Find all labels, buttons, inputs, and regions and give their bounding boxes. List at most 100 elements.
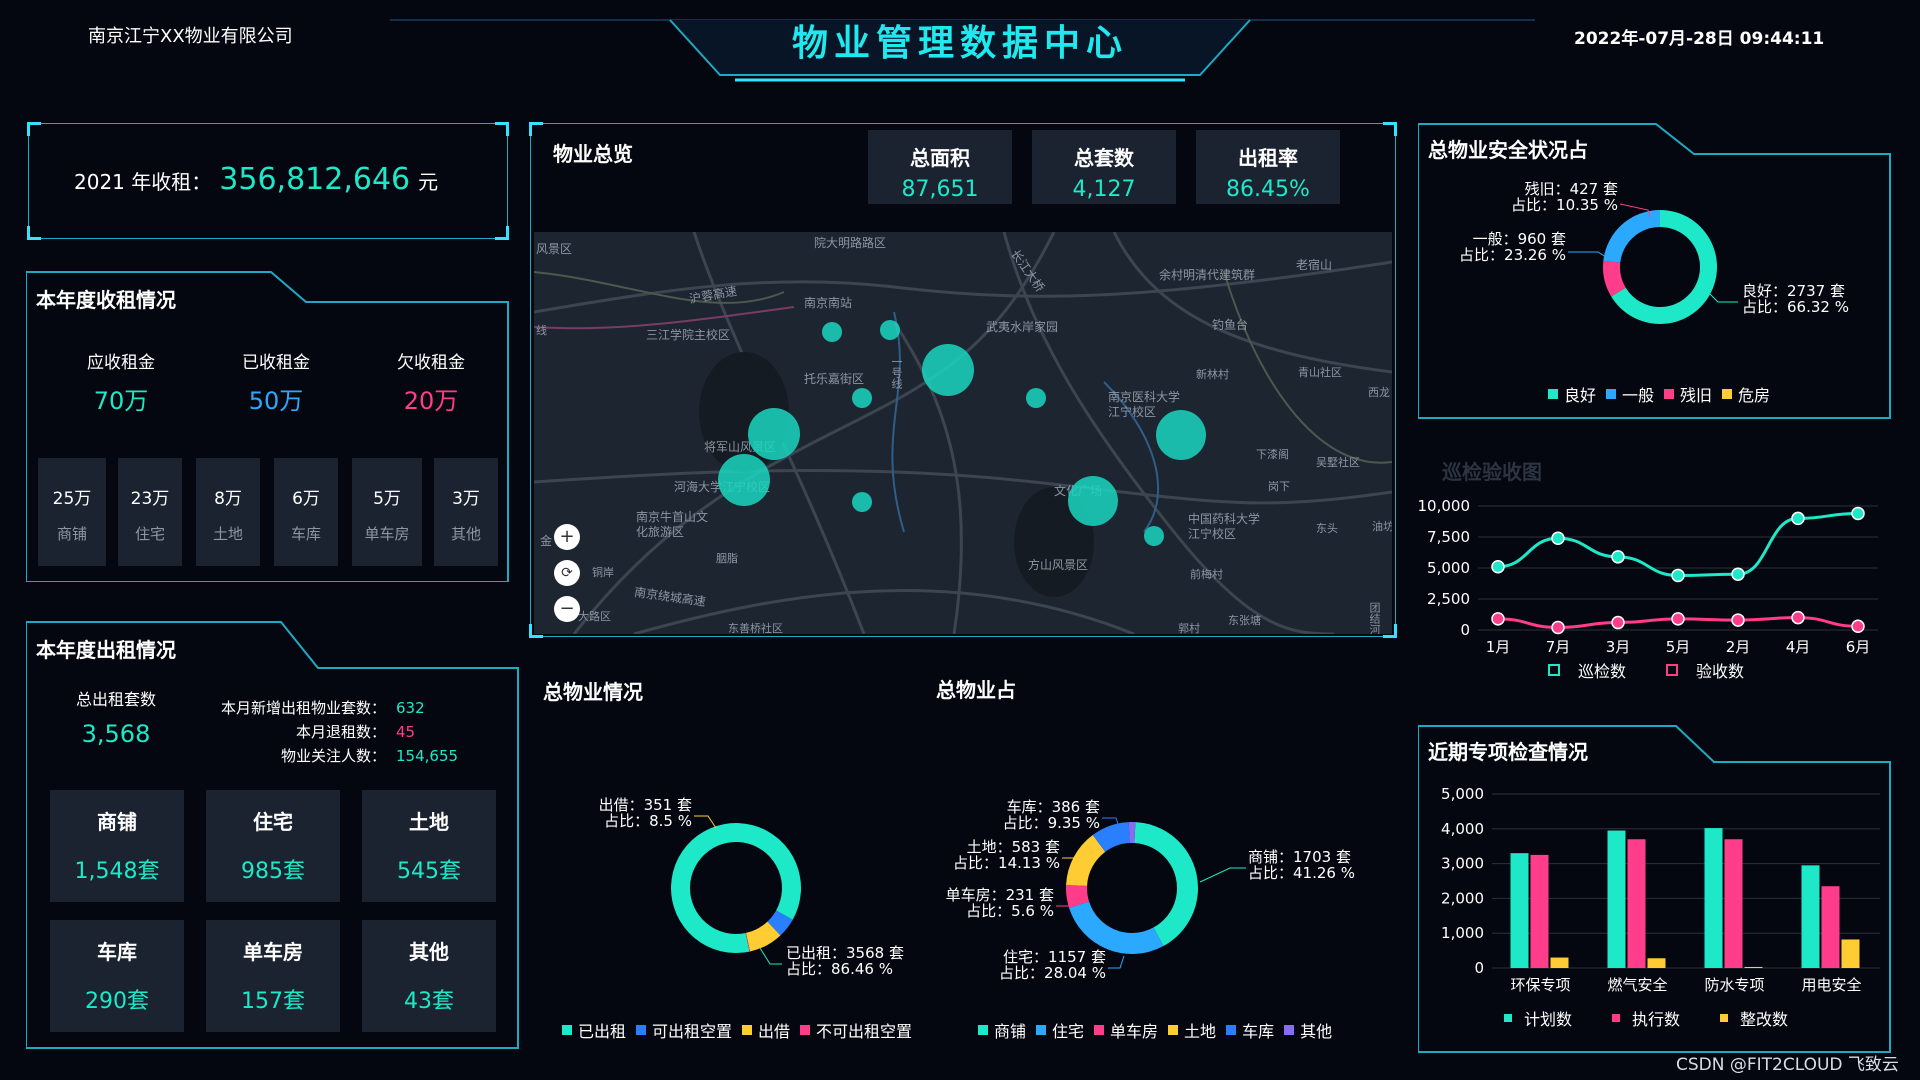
share-slice [1069,901,1164,954]
map-marker[interactable] [922,344,974,396]
safety-label-good: 占比：66.32 % [1742,298,1849,316]
rent-tile-garage: 6万 车库 [274,458,338,566]
map-marker[interactable] [1026,388,1046,408]
property-label-rented: 占比：86.46 % [786,960,893,978]
total-rented: 总出租套数 3,568 [75,690,156,748]
inspection-panel: 巡检验收图 10,000 7,500 5,000 2,500 0 1月 7月 3月 5月 2月 4月… [1418,448,1892,688]
data-point [1671,568,1685,583]
bar [1550,957,1569,968]
legend-good[interactable]: 良好 [1548,382,1596,406]
rental-tile-shop: 商铺 1,548套 [50,790,184,902]
legend-planned[interactable]: 计划数 [1504,1006,1572,1030]
leader-line [1108,955,1125,969]
x-tick-label: 环保专项 [1510,976,1570,994]
bar [1530,854,1549,968]
income-value: 356,812,646 [219,162,411,197]
y-tick-label: 4,000 [1441,820,1484,838]
map-label: 一号线 [890,356,903,389]
legend-garage[interactable]: 车库 [1226,1018,1274,1042]
rent-tile-land: 8万 土地 [196,458,260,566]
legend-executed[interactable]: 执行数 [1612,1006,1680,1030]
map-label: 吴墅社区 [1316,456,1360,469]
map-marker[interactable] [1068,476,1118,526]
rent-collection-title: 本年度收租情况 [36,288,176,312]
stat-occupancy: 出租率 86.45% [1196,130,1340,204]
bar [1801,865,1820,968]
leader-line [694,815,717,829]
x-tick-label: 5月 [1666,638,1691,656]
legend-other[interactable]: 其他 [1284,1018,1332,1042]
income-unit: 元 [418,170,439,194]
map-marker[interactable] [852,492,872,512]
map-label: 方山风景区 [1028,558,1089,572]
legend-shop[interactable]: 商铺 [978,1018,1026,1042]
income-panel: 2021 年收租： 356,812,646 元 [27,122,509,240]
locate-icon[interactable]: ⟳ [554,560,580,586]
safety-panel: 总物业安全状况占 残旧：427 套占比：10.35 % 一般：960 套占比：23… [1418,122,1892,420]
x-tick-label: 3月 [1606,638,1631,656]
special-checks-panel: 近期专项检查情况 5,000 4,000 3,000 2,000 1,000 0 环保专项 燃… [1418,724,1892,1054]
y-tick-label: 10,000 [1418,497,1470,515]
map-label: 院大明路路区 [814,236,887,250]
data-point [1551,531,1565,545]
bar [1647,958,1666,968]
rental-tile-residence: 住宅 985套 [206,790,340,902]
map-label: 余村明清代建筑群 [1159,268,1256,282]
legend-land[interactable]: 土地 [1168,1018,1216,1042]
share-label-shop: 占比：41.26 % [1248,864,1355,882]
map-marker[interactable] [718,454,770,506]
map-label: 新林村 [1196,368,1229,381]
bar [1627,839,1646,968]
map-label: 西龙 [1368,386,1390,399]
bar [1704,828,1723,968]
y-tick-label: 0 [1474,959,1484,977]
property-label-lent: 占比：8.5 % [604,812,692,830]
bar [1744,966,1763,968]
map-label: 托乐嘉街区 [804,372,865,386]
legend-vacant-unrentable[interactable]: 不可出租空置 [800,1018,912,1042]
overview-title: 物业总览 [553,142,633,166]
property-title: 总物业情况 [543,680,643,704]
data-point [1731,613,1745,627]
legend-lent[interactable]: 出借 [742,1018,790,1042]
bar [1821,886,1840,968]
share-slice [1134,822,1198,947]
map-marker[interactable] [880,320,900,340]
map-label: 老宿山 [1296,258,1333,272]
rental-metrics: 本月新增出租物业套数： 632 本月退租数： 45 物业关注人数： 154,655 [220,699,459,765]
legend-residence[interactable]: 住宅 [1036,1018,1084,1042]
legend-rectified[interactable]: 整改数 [1720,1006,1788,1030]
legend-acceptances[interactable]: 验收数 [1666,658,1744,682]
map-marker[interactable] [1144,526,1164,546]
map-label: 下漆阁 [1256,448,1289,461]
legend-rented[interactable]: 已出租 [562,1018,626,1042]
legend-dangerous[interactable]: 危房 [1722,382,1770,406]
legend-bike-room[interactable]: 单车房 [1094,1018,1158,1042]
map-label: 郭村 [1178,622,1200,634]
map-label: 线 [536,324,547,337]
property-legend: 已出租 可出租空置 出借 不可出租空置 [562,1018,922,1042]
share-label-land: 占比：14.13 % [953,854,1060,872]
legend-normal[interactable]: 一般 [1606,382,1654,406]
legend-inspections[interactable]: 巡检数 [1548,658,1626,682]
map-marker[interactable] [822,322,842,342]
minus-icon[interactable]: − [554,596,580,622]
property-share-legend: 商铺 住宅 单车房 土地 车库 其他 [978,1018,1342,1042]
header: 南京江宁XX物业有限公司 物业管理数据中心 2022年-07月-28日 09:4… [0,0,1920,90]
map-marker[interactable] [1156,410,1206,460]
property-map[interactable]: 风景区 院大明路路区 沪蓉高速 南京南站 三江学院主校区 托乐嘉街区 武夷水岸家… [534,232,1392,634]
safety-title: 总物业安全状况占 [1428,138,1588,162]
leader-line [1199,867,1246,883]
x-tick-label: 4月 [1786,638,1811,656]
map-label: 青山社区 [1298,366,1342,379]
legend-old[interactable]: 残旧 [1664,382,1712,406]
share-slice [1128,822,1136,844]
map-label: 东善桥社区 [728,622,783,634]
legend-vacant-rentable[interactable]: 可出租空置 [636,1018,732,1042]
received-rent: 已收租金 50万 [242,353,310,415]
map-marker[interactable] [852,388,872,408]
plus-icon[interactable]: + [554,524,580,550]
map-marker[interactable] [748,408,800,460]
inspection-line-chart: 10,000 7,500 5,000 2,500 0 1月 7月 3月 5月 2月 4月 6月 [1418,497,1878,656]
rent-tile-shop: 25万 商铺 [38,458,106,566]
